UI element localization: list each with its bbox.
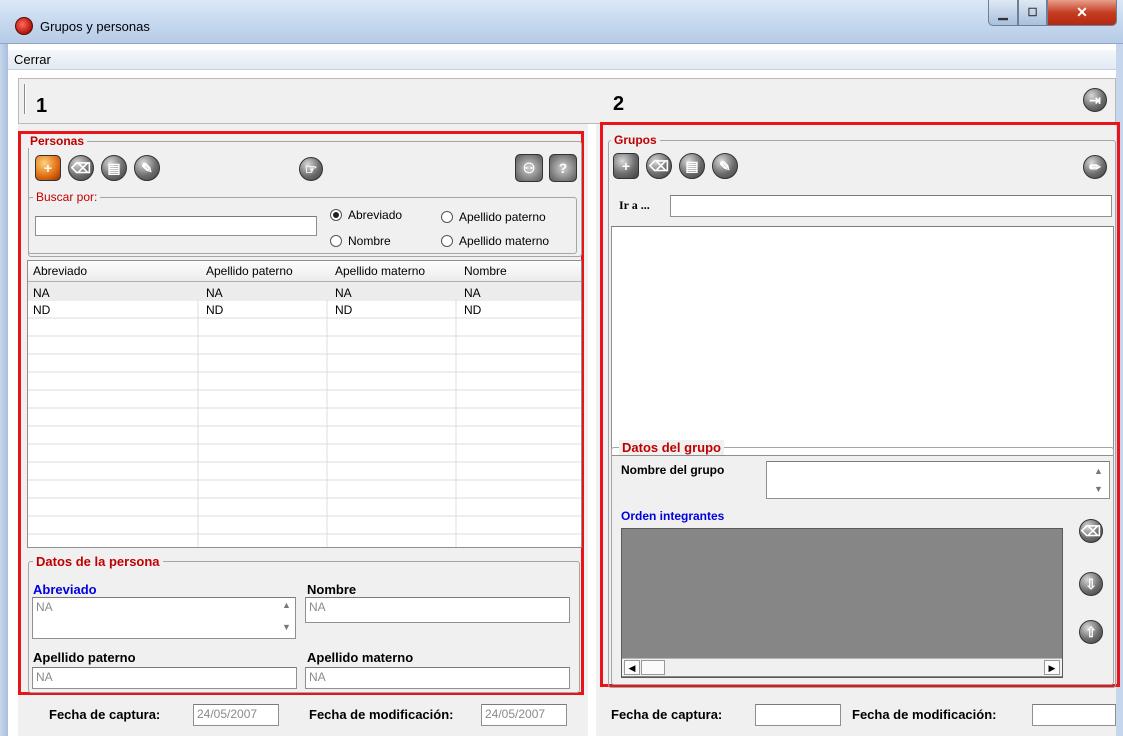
arrow-up-icon[interactable]: ⇧: [1079, 620, 1103, 644]
maximize-icon: ☐: [1027, 7, 1038, 19]
marker-two: 2: [613, 93, 625, 115]
eraser-icon[interactable]: ⌫: [1079, 519, 1103, 543]
horizontal-scrollbar[interactable]: [622, 658, 1062, 676]
table-cell: NA: [206, 286, 223, 300]
exit-door-icon[interactable]: ⇥: [1083, 88, 1107, 112]
edit-icon[interactable]: ✎: [134, 155, 160, 181]
table-cell: NA: [335, 286, 352, 300]
add-record-icon[interactable]: +: [613, 153, 639, 179]
search-legend: Buscar por:: [33, 190, 101, 204]
radio-nombre[interactable]: Nombre: [330, 234, 391, 248]
table-cell: ND: [33, 303, 51, 317]
window-title: Grupos y personas: [40, 19, 150, 34]
grupo-fecha-captura-label: Fecha de captura:: [611, 707, 723, 722]
table-cell: NA: [33, 286, 50, 300]
window-frame-left: [0, 44, 8, 736]
radio-label: Nombre: [348, 234, 391, 248]
scroll-up-icon[interactable]: ▲: [1094, 466, 1103, 476]
close-button[interactable]: ✕: [1047, 0, 1117, 26]
toolbar: [18, 78, 1116, 124]
ir-a-label: Ir a ...: [619, 198, 650, 212]
grupos-list[interactable]: [611, 226, 1114, 456]
table-cell: NA: [464, 286, 481, 300]
apellido-paterno-label: Apellido paterno: [33, 650, 136, 665]
toolbar-grip[interactable]: [24, 84, 26, 114]
nombre-grupo-label: Nombre del grupo: [621, 463, 725, 477]
fecha-modificacion-field[interactable]: 24/05/2007: [481, 704, 567, 726]
radio-apellido-materno[interactable]: Apellido materno: [441, 234, 549, 248]
scroll-down-icon[interactable]: ▼: [1094, 484, 1103, 494]
scroll-up-icon[interactable]: ▲: [282, 600, 291, 610]
marker-one: 1: [36, 95, 48, 117]
users-icon[interactable]: ⚇: [515, 154, 543, 182]
nombre-grupo-field[interactable]: [766, 461, 1110, 499]
table-row[interactable]: [28, 282, 581, 300]
minimize-button[interactable]: ▁: [988, 0, 1018, 26]
pointer-icon[interactable]: ☞: [299, 157, 323, 181]
menu-bar: [8, 50, 1116, 70]
table-cell: ND: [464, 303, 482, 317]
personas-legend: Personas: [27, 134, 88, 148]
close-icon: ✕: [1076, 4, 1088, 20]
add-record-icon[interactable]: +: [35, 155, 61, 181]
orden-integrantes-label: Orden integrantes: [621, 509, 725, 523]
fecha-captura-field[interactable]: 24/05/2007: [193, 704, 279, 726]
radio-dot: [441, 211, 453, 223]
users-help-icon[interactable]: ?: [549, 154, 577, 182]
grupos-legend: Grupos: [611, 133, 660, 147]
grid-col-nombre[interactable]: Nombre: [461, 264, 507, 278]
nombre-label: Nombre: [307, 582, 357, 597]
fecha-modificacion-label: Fecha de modificación:: [309, 707, 454, 722]
maximize-button[interactable]: ☐: [1018, 0, 1047, 26]
table-row[interactable]: [28, 301, 581, 318]
table-cell: ND: [206, 303, 224, 317]
grupo-fecha-modificacion-field[interactable]: [1032, 704, 1116, 726]
radio-abreviado[interactable]: Abreviado: [330, 208, 402, 222]
fecha-captura-label: Fecha de captura:: [49, 707, 161, 722]
radio-label: Apellido materno: [459, 234, 550, 248]
save-icon[interactable]: ▤: [679, 153, 705, 179]
apellido-materno-field[interactable]: NA: [305, 667, 570, 689]
table-cell: ND: [335, 303, 353, 317]
pencil-icon[interactable]: ✏: [1083, 155, 1107, 179]
radio-dot: [330, 235, 342, 247]
search-input[interactable]: [35, 216, 317, 236]
abreviado-field[interactable]: NA: [32, 597, 296, 639]
datos-persona-legend: Datos de la persona: [33, 554, 163, 569]
menu-item-cerrar[interactable]: Cerrar: [14, 52, 51, 67]
save-icon[interactable]: ▤: [101, 155, 127, 181]
arrow-down-icon[interactable]: ⇩: [1079, 572, 1103, 596]
grid-col-abreviado[interactable]: Abreviado: [30, 264, 87, 278]
apellido-materno-label: Apellido materno: [307, 650, 414, 665]
eraser-icon[interactable]: ⌫: [68, 155, 94, 181]
radio-dot: [330, 209, 342, 221]
grid-col-apellido-materno[interactable]: Apellido materno: [332, 264, 425, 278]
radio-label: Apellido paterno: [459, 210, 546, 224]
datos-grupo-legend: Datos del grupo: [619, 440, 724, 455]
abreviado-label: Abreviado: [33, 582, 97, 597]
radio-label: Abreviado: [348, 208, 403, 222]
radio-apellido-paterno[interactable]: Apellido paterno: [441, 210, 546, 224]
scroll-down-icon[interactable]: ▼: [282, 622, 291, 632]
radio-dot: [441, 235, 453, 247]
minimize-icon: ▁: [998, 5, 1008, 20]
apellido-paterno-field[interactable]: NA: [32, 667, 297, 689]
scrollbar-thumb[interactable]: [641, 660, 665, 675]
eraser-icon[interactable]: ⌫: [646, 153, 672, 179]
nombre-field[interactable]: NA: [305, 597, 570, 623]
edit-icon[interactable]: ✎: [712, 153, 738, 179]
grupo-fecha-captura-field[interactable]: [755, 704, 841, 726]
scroll-left-icon[interactable]: ◀: [624, 660, 640, 675]
scroll-right-icon[interactable]: ▶: [1044, 660, 1060, 675]
grupo-fecha-modificacion-label: Fecha de modificación:: [852, 707, 997, 722]
personas-grid[interactable]: Abreviado Apellido paterno Apellido mate…: [27, 260, 582, 548]
ir-a-input[interactable]: [670, 195, 1112, 217]
title-bar: [0, 0, 1123, 44]
grid-col-apellido-paterno[interactable]: Apellido paterno: [203, 264, 293, 278]
orden-integrantes-grid[interactable]: [621, 528, 1063, 678]
app-icon: [15, 17, 33, 35]
